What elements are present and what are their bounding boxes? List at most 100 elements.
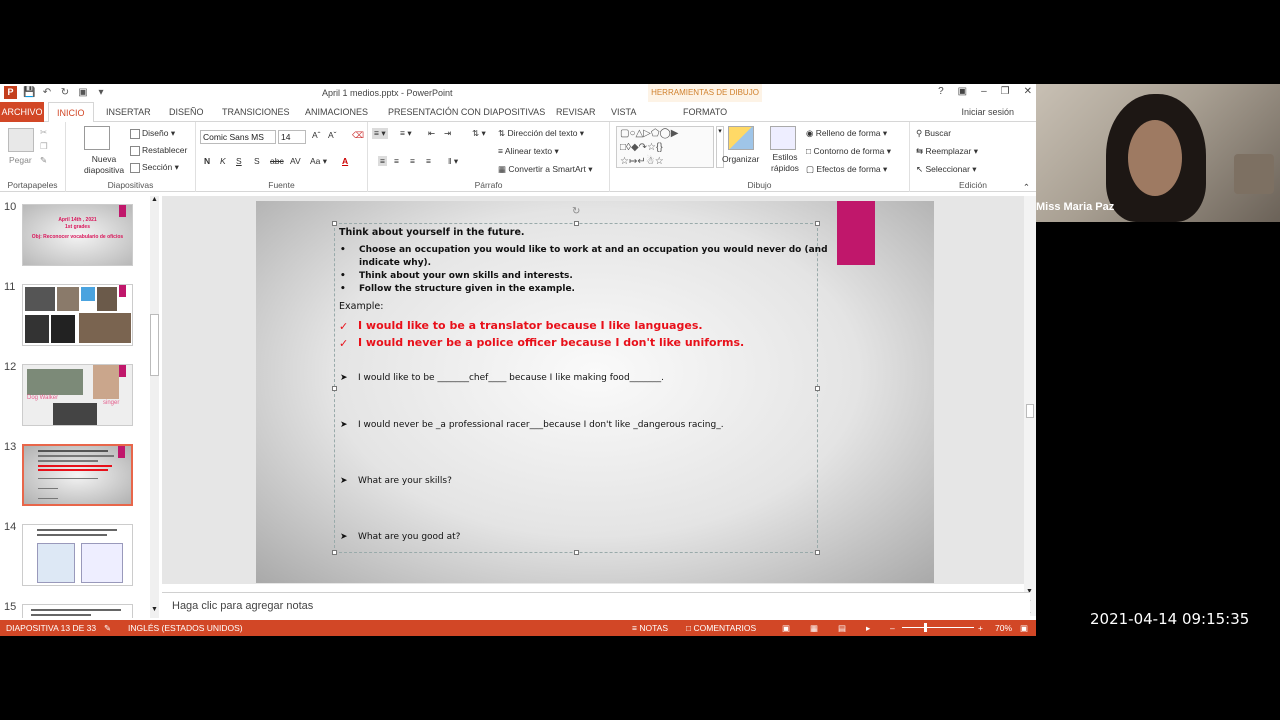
arrange-button[interactable]: Organizar (722, 154, 759, 164)
shape-outline-button[interactable]: □ Contorno de forma ▾ (806, 146, 891, 157)
layout-button[interactable]: Diseño ▾ (130, 128, 175, 139)
tab-animaciones[interactable]: ANIMACIONES (305, 107, 368, 117)
underline-icon[interactable]: S (236, 156, 242, 166)
slide-thumbnail-15[interactable] (22, 604, 133, 618)
resize-handle[interactable] (332, 386, 337, 391)
close-icon[interactable]: ✕ (1024, 86, 1032, 97)
quick-styles-button[interactable]: Estilos rápidos (768, 152, 802, 174)
slide-thumbnail-10[interactable]: April 14th , 2021 1st grades Obj: Recono… (22, 204, 133, 266)
sign-in-link[interactable]: Iniciar sesión (961, 107, 1014, 117)
ribbon-display-icon[interactable]: ▣ (958, 86, 967, 97)
tab-diseno[interactable]: DISEÑO (169, 107, 204, 117)
collapse-ribbon-icon[interactable]: ⌃ (1023, 182, 1030, 193)
format-painter-icon[interactable]: ✎ (40, 155, 47, 166)
font-size-combo[interactable]: 14 (278, 130, 306, 144)
reading-view-icon[interactable]: ▤ (838, 623, 846, 634)
shadow-icon[interactable]: S (254, 156, 260, 166)
replace-button[interactable]: ⇆ Reemplazar ▾ (916, 146, 978, 157)
increase-indent-icon[interactable]: ⇥ (444, 128, 451, 139)
save-icon[interactable]: 💾 (23, 87, 35, 99)
undo-icon[interactable]: ↶ (41, 87, 53, 99)
customize-toolbar-icon[interactable]: ▾ (95, 87, 107, 99)
italic-icon[interactable]: K (220, 156, 226, 166)
select-button[interactable]: ↖ Seleccionar ▾ (916, 164, 977, 175)
resize-handle[interactable] (815, 221, 820, 226)
tab-presentacion[interactable]: PRESENTACIÓN CON DIAPOSITIVAS (388, 107, 545, 117)
slide-thumbnail-13-selected[interactable] (22, 444, 133, 506)
numbering-icon[interactable]: ≡ ▾ (400, 128, 412, 139)
scroll-thumb[interactable] (1026, 404, 1034, 418)
tab-insertar[interactable]: INSERTAR (106, 107, 151, 117)
char-spacing-icon[interactable]: AV (290, 156, 301, 166)
scroll-up-icon[interactable]: ▲ (151, 196, 158, 203)
scroll-thumb[interactable] (150, 314, 159, 376)
shape-effects-button[interactable]: ▢ Efectos de forma ▾ (806, 164, 887, 175)
resize-handle[interactable] (815, 550, 820, 555)
zoom-in-icon[interactable]: + (978, 623, 983, 633)
help-icon[interactable]: ? (938, 86, 944, 97)
paste-button[interactable]: Pegar (9, 155, 32, 165)
strikethrough-icon[interactable]: abc (270, 156, 284, 166)
notes-button[interactable]: ≡ NOTAS (632, 623, 668, 633)
redo-icon[interactable]: ↻ (59, 87, 71, 99)
align-center-icon[interactable]: ≡ (394, 156, 399, 166)
bullets-icon[interactable]: ≡ ▾ (372, 128, 388, 139)
find-button[interactable]: ⚲ Buscar (916, 128, 951, 139)
tab-vista[interactable]: VISTA (611, 107, 636, 117)
shrink-font-icon[interactable]: Aˇ (328, 130, 337, 140)
bold-icon[interactable]: N (204, 156, 210, 166)
slide-thumbnail-14[interactable] (22, 524, 133, 586)
section-button[interactable]: Sección ▾ (130, 162, 179, 173)
font-name-combo[interactable]: Comic Sans MS (200, 130, 276, 144)
tab-formato[interactable]: FORMATO (683, 107, 727, 117)
spellcheck-icon[interactable]: ✎ (104, 623, 111, 634)
zoom-out-icon[interactable]: – (890, 623, 895, 633)
smartart-button[interactable]: ▦ Convertir a SmartArt ▾ (498, 164, 593, 175)
language-indicator[interactable]: INGLÉS (ESTADOS UNIDOS) (128, 623, 243, 633)
new-slide-icon[interactable] (84, 126, 110, 150)
minimize-icon[interactable]: – (981, 86, 987, 97)
start-presentation-icon[interactable]: ▣ (77, 87, 89, 99)
shape-fill-button[interactable]: ◉ Relleno de forma ▾ (806, 128, 887, 139)
restore-icon[interactable]: ❐ (1001, 86, 1010, 97)
slide-sorter-icon[interactable]: ▦ (810, 623, 818, 634)
justify-icon[interactable]: ≡ (426, 156, 431, 166)
slideshow-icon[interactable]: ▸ (866, 623, 870, 634)
new-slide-button[interactable]: Nueva diapositiva (84, 154, 124, 176)
tab-transiciones[interactable]: TRANSICIONES (222, 107, 290, 117)
slide-thumbnail-11[interactable] (22, 284, 133, 346)
tab-archivo[interactable]: ARCHIVO (0, 102, 44, 122)
shapes-gallery[interactable]: ▢○△▷⬠◯▶ □◊◆↷☆{} ☆↦↵☃☆ (616, 126, 714, 168)
font-color-icon[interactable]: A (342, 156, 348, 166)
change-case-icon[interactable]: Aa ▾ (310, 156, 327, 167)
zoom-level[interactable]: 70% (995, 623, 1012, 633)
text-direction-button[interactable]: ⇅ Dirección del texto ▾ (498, 128, 584, 139)
decrease-indent-icon[interactable]: ⇤ (428, 128, 435, 139)
fit-slide-icon[interactable]: ▣ (1020, 623, 1028, 634)
tab-inicio[interactable]: INICIO (48, 102, 94, 123)
align-text-button[interactable]: ≡ Alinear texto ▾ (498, 146, 559, 157)
resize-handle[interactable] (574, 550, 579, 555)
slide-scrollbar[interactable]: ▼ ⇑ ⇓ (1024, 196, 1036, 616)
align-left-icon[interactable]: ≡ (378, 156, 387, 166)
paste-icon[interactable] (8, 128, 34, 152)
cut-icon[interactable]: ✂ (40, 127, 47, 138)
align-right-icon[interactable]: ≡ (410, 156, 415, 166)
thumbnail-scrollbar[interactable]: ▲ ▼ (150, 196, 159, 618)
slide-thumbnail-12[interactable]: Dog Walker singer (22, 364, 133, 426)
zoom-slider-thumb[interactable] (924, 623, 927, 632)
resize-handle[interactable] (332, 550, 337, 555)
grow-font-icon[interactable]: Aˆ (312, 130, 321, 140)
zoom-slider[interactable] (902, 623, 974, 632)
line-spacing-icon[interactable]: ⇅ ▾ (472, 128, 486, 139)
slide-canvas[interactable]: ↻ Think about yourself in the future. • … (256, 201, 934, 583)
tab-revisar[interactable]: REVISAR (556, 107, 596, 117)
columns-icon[interactable]: ‖ ▾ (448, 156, 458, 167)
rotate-handle-icon[interactable]: ↻ (572, 206, 580, 217)
reset-button[interactable]: Restablecer (130, 145, 187, 156)
resize-handle[interactable] (332, 221, 337, 226)
scroll-down-icon[interactable]: ▼ (151, 606, 158, 613)
notes-pane[interactable]: Haga clic para agregar notas (162, 592, 1030, 618)
comments-button[interactable]: □ COMENTARIOS (686, 623, 756, 633)
copy-icon[interactable]: ❐ (40, 141, 48, 152)
